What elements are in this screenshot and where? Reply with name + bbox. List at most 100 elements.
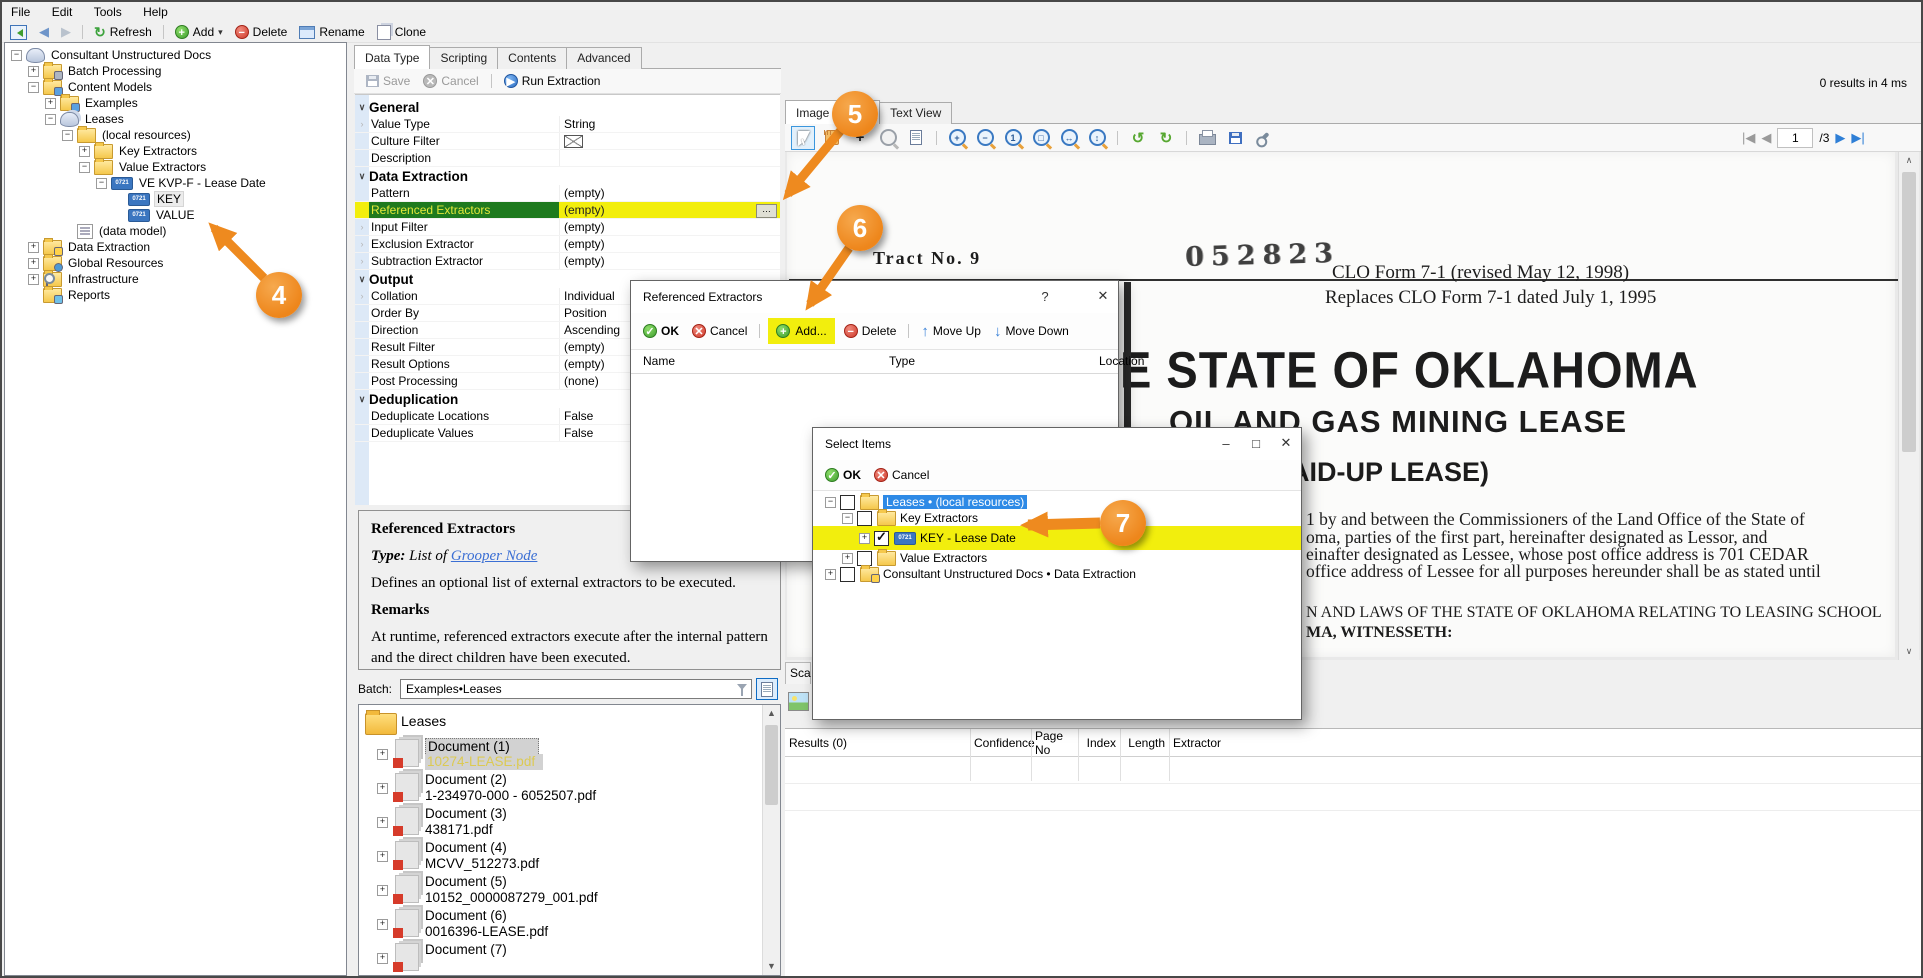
tree-node-key[interactable]: 0721 KEY bbox=[5, 191, 346, 207]
page-number-input[interactable]: 1 bbox=[1777, 128, 1814, 148]
tree-node-key-extractors[interactable]: + Key Extractors bbox=[5, 141, 346, 159]
tree-node-examples[interactable]: + Examples bbox=[5, 93, 346, 112]
last-page-button[interactable]: ▶| bbox=[1851, 130, 1864, 146]
fit-height-button[interactable]: ↕ bbox=[1086, 127, 1108, 149]
results-column-confidence[interactable]: Confidence bbox=[970, 736, 1035, 750]
tree-expander[interactable]: − bbox=[825, 496, 836, 508]
results-column-length[interactable]: Length bbox=[1120, 736, 1169, 750]
tree-expander[interactable]: + bbox=[377, 817, 388, 828]
batch-combo[interactable]: Examples•Leases bbox=[400, 679, 753, 699]
viewer-tab-text-view[interactable]: Text View bbox=[879, 102, 953, 124]
select-tree-node-consultant-unstructured-docs-data-extraction[interactable]: + Consultant Unstructured Docs • Data Ext… bbox=[813, 564, 1301, 583]
collapse-chevron-icon[interactable]: ∨ bbox=[355, 394, 369, 405]
document-entry-document-5[interactable]: + Document (5) 10152_0000087279_001.pdf bbox=[377, 873, 780, 907]
grid-row-pattern[interactable]: Pattern (empty) bbox=[355, 185, 780, 202]
save-button[interactable]: Save bbox=[362, 73, 414, 89]
tree-node-local-resources[interactable]: − (local resources) bbox=[5, 125, 346, 143]
property-value[interactable]: (empty) bbox=[559, 219, 780, 235]
grid-row-description[interactable]: Description bbox=[355, 150, 780, 167]
document-entry-document-3[interactable]: + Document (3) 438171.pdf bbox=[377, 805, 780, 839]
tab-data-type[interactable]: Data Type bbox=[354, 45, 431, 69]
tab-scripting[interactable]: Scripting bbox=[429, 47, 499, 69]
tree-expander[interactable]: + bbox=[28, 273, 39, 285]
clone-button[interactable]: Clone bbox=[373, 24, 430, 41]
scroll-down-icon[interactable]: ∨ bbox=[1899, 643, 1919, 660]
scroll-up-icon[interactable]: ▲ bbox=[763, 705, 780, 722]
tree-expander[interactable]: − bbox=[79, 161, 90, 173]
page-preview-button[interactable] bbox=[905, 127, 927, 149]
select-tree-node-key-extractors[interactable]: − Key Extractors bbox=[813, 508, 1301, 526]
add-button[interactable]: + Add... bbox=[768, 318, 835, 344]
tree-expander[interactable]: − bbox=[45, 113, 56, 125]
minimize-icon[interactable]: – bbox=[1211, 428, 1241, 458]
expand-chevron-icon[interactable]: › bbox=[355, 222, 369, 232]
rename-button[interactable]: Rename bbox=[295, 24, 368, 40]
grid-row-input-filter[interactable]: › Input Filter (empty) bbox=[355, 219, 780, 236]
grid-row-value-type[interactable]: › Value Type String bbox=[355, 116, 780, 133]
navigate-panel-button[interactable] bbox=[6, 24, 31, 41]
view-document-button[interactable] bbox=[756, 678, 779, 700]
delete-button[interactable]: − Delete bbox=[231, 24, 292, 40]
tree-node-value-extractors[interactable]: − Value Extractors bbox=[5, 157, 346, 175]
collapse-chevron-icon[interactable]: ∨ bbox=[355, 102, 369, 113]
tree-expander[interactable]: − bbox=[842, 512, 853, 524]
move-down-button[interactable]: ↓ Move Down bbox=[990, 322, 1073, 341]
tree-expander[interactable]: + bbox=[377, 851, 388, 862]
tree-node-ve-kvp-f-lease-date[interactable]: −0721 VE KVP-F - Lease Date bbox=[5, 175, 346, 191]
document-entry-document-4[interactable]: + Document (4) MCVV_512273.pdf bbox=[377, 839, 780, 873]
property-value[interactable]: String bbox=[559, 116, 780, 132]
delete-button[interactable]: − Delete bbox=[840, 323, 901, 339]
tree-node-consultant-unstructured-docs[interactable]: − Consultant Unstructured Docs bbox=[5, 47, 346, 63]
column-name[interactable]: Name bbox=[643, 354, 675, 368]
property-value[interactable]: (empty) bbox=[559, 253, 780, 269]
property-value[interactable] bbox=[559, 133, 780, 149]
zoom-in-button[interactable]: + bbox=[946, 127, 968, 149]
property-value[interactable] bbox=[559, 150, 780, 166]
batch-scrollbar[interactable]: ▲ ▼ bbox=[762, 705, 780, 975]
property-value[interactable]: (empty) bbox=[559, 202, 780, 218]
node-checkbox[interactable] bbox=[874, 529, 889, 546]
tree-expander[interactable]: − bbox=[11, 49, 22, 61]
tree-expander[interactable]: + bbox=[377, 885, 388, 896]
collapse-chevron-icon[interactable]: ∨ bbox=[355, 171, 369, 182]
menu-edit[interactable]: Edit bbox=[43, 2, 82, 19]
close-icon[interactable]: ✕ bbox=[1271, 428, 1301, 458]
node-checkbox[interactable] bbox=[840, 566, 855, 582]
back-button[interactable]: ◀ bbox=[35, 23, 53, 41]
run-extraction-button[interactable]: ▶ Run Extraction bbox=[500, 73, 605, 89]
zoom-actual-button[interactable]: 1 bbox=[1002, 127, 1024, 149]
viewer-scrollbar[interactable]: ∧ ∨ bbox=[1898, 152, 1919, 660]
property-value[interactable]: (empty) bbox=[559, 185, 780, 201]
grid-section-general[interactable]: ∨ General bbox=[355, 98, 780, 116]
tree-node-content-models[interactable]: − Content Models bbox=[5, 77, 346, 96]
grid-row-culture-filter[interactable]: Culture Filter bbox=[355, 133, 780, 150]
tree-expander[interactable]: − bbox=[28, 81, 39, 93]
forward-button[interactable]: ▶ bbox=[57, 23, 75, 41]
tree-expander[interactable]: + bbox=[377, 783, 388, 794]
select-tree-node-value-extractors[interactable]: + Value Extractors bbox=[813, 548, 1301, 566]
menu-help[interactable]: Help bbox=[134, 2, 177, 19]
tree-node-value[interactable]: 0721 VALUE bbox=[5, 207, 346, 223]
grid-row-subtraction-extractor[interactable]: › Subtraction Extractor (empty) bbox=[355, 253, 780, 270]
tree-node-data-model[interactable]: (data model) bbox=[5, 223, 346, 239]
cancel-button[interactable]: ✕ Cancel bbox=[419, 73, 482, 89]
tree-node-global-resources[interactable]: + Global Resources bbox=[5, 253, 346, 272]
grid-row-exclusion-extractor[interactable]: › Exclusion Extractor (empty) bbox=[355, 236, 780, 253]
cancel-button[interactable]: ✕ Cancel bbox=[688, 323, 751, 339]
scroll-up-icon[interactable]: ∧ bbox=[1899, 152, 1919, 169]
ok-button[interactable]: ✓ OK bbox=[821, 467, 865, 483]
close-icon[interactable]: ✕ bbox=[1088, 281, 1118, 311]
column-location[interactable]: Location bbox=[1099, 354, 1144, 368]
tree-expander[interactable]: + bbox=[842, 552, 853, 564]
tree-expander[interactable]: + bbox=[28, 257, 39, 269]
results-column-page-no[interactable]: Page No bbox=[1031, 729, 1078, 757]
browse-ellipsis-button[interactable]: … bbox=[756, 204, 777, 218]
prev-page-button[interactable]: ◀ bbox=[1761, 130, 1771, 146]
node-checkbox[interactable] bbox=[857, 510, 872, 526]
results-column-index[interactable]: Index bbox=[1078, 736, 1120, 750]
fit-page-button[interactable]: □ bbox=[1030, 127, 1052, 149]
rotate-right-button[interactable]: ↻ bbox=[1155, 127, 1177, 149]
image-settings-button[interactable] bbox=[1252, 127, 1274, 149]
tree-expander[interactable]: − bbox=[62, 129, 73, 141]
save-image-button[interactable] bbox=[1224, 127, 1246, 149]
